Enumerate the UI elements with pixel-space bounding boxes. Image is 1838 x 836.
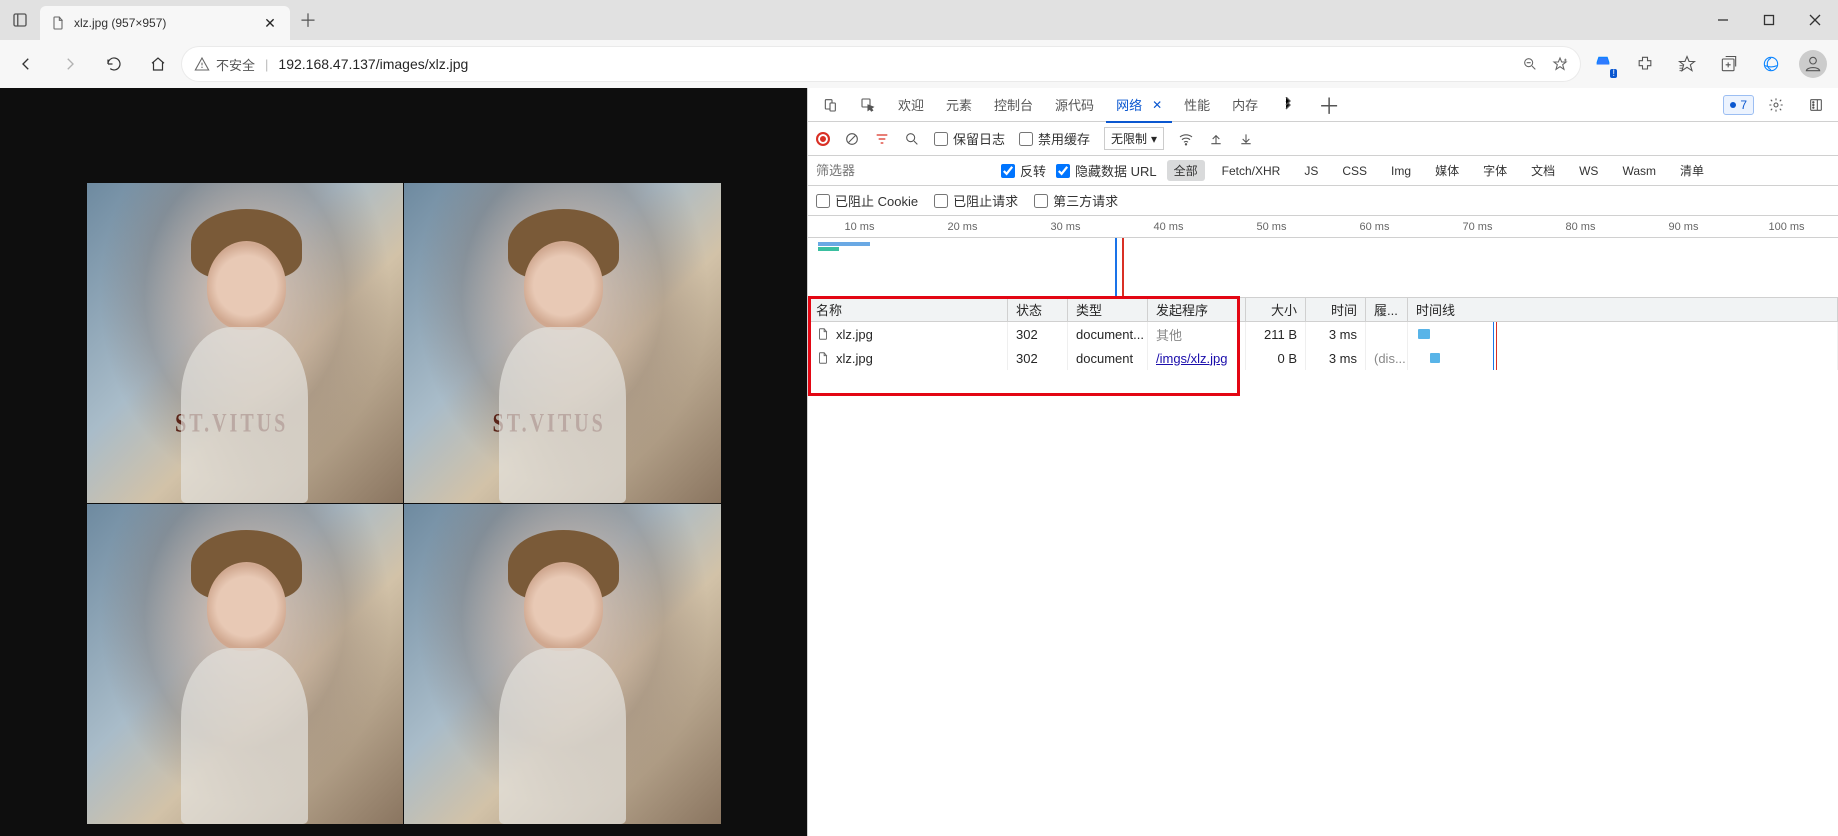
filter-ws[interactable]: WS xyxy=(1572,162,1605,180)
new-tab-button[interactable]: ＋ xyxy=(290,2,326,38)
filter-img[interactable]: Img xyxy=(1384,162,1418,180)
close-tab-button[interactable]: ✕ xyxy=(260,13,280,33)
filter-css[interactable]: CSS xyxy=(1335,162,1374,180)
tab-network[interactable]: 网络✕ xyxy=(1106,88,1172,122)
tab-console[interactable]: 控制台 xyxy=(984,88,1043,122)
profile-button[interactable] xyxy=(1794,45,1832,83)
tab-memory[interactable]: 内存 xyxy=(1222,88,1268,122)
filter-wasm[interactable]: Wasm xyxy=(1615,162,1663,180)
filter-manifest[interactable]: 清单 xyxy=(1673,160,1711,181)
extension-icon[interactable] xyxy=(1626,45,1664,83)
devtools-panel: 欢迎 元素 控制台 源代码 网络✕ 性能 内存 ＋ 7 保留日志 禁用缓存 无限… xyxy=(807,88,1838,836)
filter-fetch[interactable]: Fetch/XHR xyxy=(1215,162,1288,180)
filter-media[interactable]: 媒体 xyxy=(1428,160,1466,181)
address-bar: 不安全 | 192.168.47.137/images/xlz.jpg ! xyxy=(0,40,1838,88)
search-icon[interactable] xyxy=(904,131,920,147)
tab-welcome[interactable]: 欢迎 xyxy=(888,88,934,122)
settings-icon[interactable] xyxy=(1758,88,1794,122)
network-toolbar: 保留日志 禁用缓存 无限制▾ xyxy=(808,122,1838,156)
col-type[interactable]: 类型 xyxy=(1068,298,1148,321)
image-content: ST.VITUS ST.VITUS xyxy=(87,183,721,824)
filter-input[interactable] xyxy=(816,160,991,182)
col-name[interactable]: 名称 xyxy=(808,298,1008,321)
col-initiator[interactable]: 发起程序 xyxy=(1148,298,1246,321)
tab-elements[interactable]: 元素 xyxy=(936,88,982,122)
ie-mode-icon[interactable] xyxy=(1752,45,1790,83)
back-button[interactable] xyxy=(6,44,46,84)
close-window-button[interactable] xyxy=(1792,0,1838,40)
minimize-button[interactable] xyxy=(1700,0,1746,40)
filter-font[interactable]: 字体 xyxy=(1476,160,1514,181)
third-party-checkbox[interactable]: 第三方请求 xyxy=(1034,191,1118,210)
window-titlebar: xlz.jpg (957×957) ✕ ＋ xyxy=(0,0,1838,40)
clear-icon[interactable] xyxy=(844,131,860,147)
insecure-label: 不安全 xyxy=(216,55,255,74)
col-size[interactable]: 大小 xyxy=(1246,298,1306,321)
zoom-out-icon[interactable] xyxy=(1522,56,1538,72)
divider: | xyxy=(265,57,268,72)
col-waterfall[interactable]: 时间线 xyxy=(1408,298,1838,321)
dock-icon[interactable] xyxy=(1798,88,1834,122)
tab-performance[interactable]: 性能 xyxy=(1174,88,1220,122)
device-toggle-icon[interactable] xyxy=(812,88,848,122)
filter-toggle-icon[interactable] xyxy=(874,131,890,147)
export-icon[interactable] xyxy=(1238,131,1254,147)
refresh-button[interactable] xyxy=(94,44,134,84)
filter-js[interactable]: JS xyxy=(1297,162,1325,180)
file-icon xyxy=(816,327,830,341)
network-filters: 反转 隐藏数据 URL 全部 Fetch/XHR JS CSS Img 媒体 字… xyxy=(808,156,1838,186)
network-blocked-filters: 已阻止 Cookie 已阻止请求 第三方请求 xyxy=(808,186,1838,216)
col-time[interactable]: 时间 xyxy=(1306,298,1366,321)
image-viewport[interactable]: ST.VITUS ST.VITUS xyxy=(0,88,807,836)
issues-badge[interactable]: 7 xyxy=(1723,95,1754,115)
add-tab-button[interactable]: ＋ xyxy=(1308,88,1350,122)
table-row[interactable]: xlz.jpg 302 document /imgs/xlz.jpg 0 B 3… xyxy=(808,346,1838,370)
file-icon xyxy=(816,351,830,365)
tab-title: xlz.jpg (957×957) xyxy=(74,16,260,30)
file-icon xyxy=(50,15,66,31)
invert-checkbox[interactable]: 反转 xyxy=(1001,161,1046,180)
record-button[interactable] xyxy=(816,132,830,146)
network-conditions-icon[interactable] xyxy=(1178,131,1194,147)
security-warning-icon[interactable]: 不安全 xyxy=(194,55,255,74)
tab-sources[interactable]: 源代码 xyxy=(1045,88,1104,122)
home-button[interactable] xyxy=(138,44,178,84)
col-fulfilled[interactable]: 履... xyxy=(1366,298,1408,321)
collections-icon[interactable] xyxy=(1710,45,1748,83)
disable-cache-checkbox[interactable]: 禁用缓存 xyxy=(1019,129,1090,148)
table-row[interactable]: xlz.jpg 302 document... 其他 211 B 3 ms xyxy=(808,322,1838,346)
inspect-icon[interactable] xyxy=(850,88,886,122)
forward-button[interactable] xyxy=(50,44,90,84)
url-input[interactable]: 不安全 | 192.168.47.137/images/xlz.jpg xyxy=(182,47,1580,81)
main-content: ST.VITUS ST.VITUS 欢迎 元素 控制台 源代码 网络✕ 性能 内… xyxy=(0,88,1838,836)
more-tabs-button[interactable] xyxy=(1270,88,1306,122)
shopping-icon[interactable]: ! xyxy=(1584,45,1622,83)
favorite-icon[interactable] xyxy=(1552,56,1568,72)
network-table-header: 名称 状态 类型 发起程序 大小 时间 履... 时间线 xyxy=(808,298,1838,322)
tab-actions-icon[interactable] xyxy=(0,0,40,40)
timeline-ruler[interactable]: 10 ms20 ms30 ms40 ms50 ms60 ms70 ms80 ms… xyxy=(808,216,1838,238)
url-text: 192.168.47.137/images/xlz.jpg xyxy=(278,56,1512,72)
browser-tab[interactable]: xlz.jpg (957×957) ✕ xyxy=(40,6,290,40)
network-table-body: xlz.jpg 302 document... 其他 211 B 3 ms xl… xyxy=(808,322,1838,836)
blocked-cookies-checkbox[interactable]: 已阻止 Cookie xyxy=(816,191,918,210)
devtools-tabs: 欢迎 元素 控制台 源代码 网络✕ 性能 内存 ＋ 7 xyxy=(808,88,1838,122)
filter-doc[interactable]: 文档 xyxy=(1524,160,1562,181)
throttle-select[interactable]: 无限制▾ xyxy=(1104,127,1164,150)
filter-all[interactable]: 全部 xyxy=(1167,160,1205,181)
maximize-button[interactable] xyxy=(1746,0,1792,40)
timeline-overview[interactable] xyxy=(808,238,1838,298)
initiator-link[interactable]: /imgs/xlz.jpg xyxy=(1156,351,1228,366)
import-icon[interactable] xyxy=(1208,131,1224,147)
favorites-bar-icon[interactable] xyxy=(1668,45,1706,83)
preserve-log-checkbox[interactable]: 保留日志 xyxy=(934,129,1005,148)
blocked-requests-checkbox[interactable]: 已阻止请求 xyxy=(934,191,1018,210)
hide-data-url-checkbox[interactable]: 隐藏数据 URL xyxy=(1056,161,1157,180)
col-status[interactable]: 状态 xyxy=(1008,298,1068,321)
